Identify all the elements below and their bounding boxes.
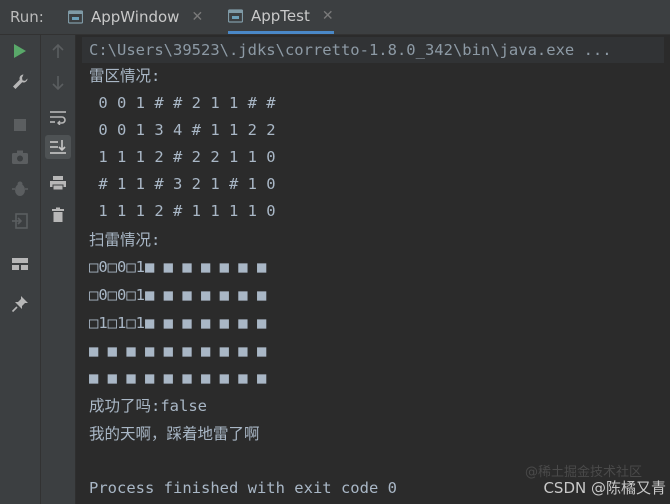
tab-appwindow[interactable]: AppWindow ✕ <box>68 0 203 34</box>
console-line: □0□0□1■ ■ ■ ■ ■ ■ ■ <box>89 286 267 304</box>
down-stack-button[interactable] <box>45 71 71 95</box>
arrow-up-icon <box>52 43 64 58</box>
tab-label: AppTest <box>251 6 310 25</box>
console-output[interactable]: C:\Users\39523\.jdks\corretto-1.8.0_342\… <box>76 35 670 504</box>
tab-apptest[interactable]: AppTest ✕ <box>228 0 334 34</box>
arrow-down-icon <box>52 76 64 91</box>
console-line: ■ ■ ■ ■ ■ ■ ■ ■ ■ ■ <box>89 369 267 387</box>
play-icon <box>14 44 26 58</box>
close-icon[interactable]: ✕ <box>191 9 203 25</box>
console-line: □1□1□1■ ■ ■ ■ ■ ■ ■ <box>89 314 267 332</box>
wrench-icon <box>13 74 28 89</box>
run-toolbar-left <box>0 35 41 504</box>
pin-tab-button[interactable] <box>7 292 33 316</box>
close-icon[interactable]: ✕ <box>322 8 334 24</box>
run-label: Run: <box>10 8 44 26</box>
console-line: Process finished with exit code 0 <box>89 479 397 497</box>
watermark: CSDN @陈橘又青 <box>543 479 666 497</box>
printer-icon <box>50 176 66 191</box>
console-toolbar <box>41 35 76 504</box>
camera-icon <box>12 150 28 164</box>
application-config-icon <box>228 8 243 23</box>
debug-button[interactable] <box>7 177 33 201</box>
print-button[interactable] <box>45 171 71 195</box>
stop-icon <box>14 119 26 131</box>
tab-label: AppWindow <box>91 8 180 26</box>
login-icon <box>12 213 28 229</box>
rerun-button[interactable] <box>7 39 33 63</box>
soft-wrap-button[interactable] <box>45 105 71 129</box>
scroll-to-end-icon <box>50 140 66 154</box>
clear-all-button[interactable] <box>45 203 71 227</box>
layout-icon <box>12 258 28 270</box>
edit-configuration-button[interactable] <box>7 70 33 94</box>
bug-icon <box>12 181 28 196</box>
trash-icon <box>52 207 64 222</box>
up-stack-button[interactable] <box>45 39 71 63</box>
screenshot-button[interactable] <box>7 145 33 169</box>
console-line: □0□0□1■ ■ ■ ■ ■ ■ ■ <box>89 258 267 276</box>
layout-button[interactable] <box>7 252 33 276</box>
console-line: 我的天啊，踩着地雷了啊 <box>89 425 260 443</box>
console-line: 1 1 1 2 # 2 2 1 1 0 <box>89 148 276 166</box>
restore-layout-button[interactable] <box>7 209 33 233</box>
soft-wrap-icon <box>50 111 66 125</box>
console-line: ■ ■ ■ ■ ■ ■ ■ ■ ■ ■ <box>89 342 267 360</box>
run-tool-window-header: Run: AppWindow ✕ AppTest ✕ <box>0 0 670 35</box>
console-line: # 1 1 # 3 2 1 # 1 0 <box>89 175 276 193</box>
console-line: 成功了吗:false <box>89 397 207 415</box>
console-line: 雷区情况: <box>89 67 161 85</box>
application-config-icon <box>68 10 83 24</box>
console-line: 0 0 1 3 4 # 1 1 2 2 <box>89 121 276 139</box>
scroll-to-end-button[interactable] <box>45 135 71 159</box>
console-line: 扫雷情况: <box>89 231 161 249</box>
command-line: C:\Users\39523\.jdks\corretto-1.8.0_342\… <box>89 41 612 59</box>
stop-button[interactable] <box>7 113 33 137</box>
console-line: 0 0 1 # # 2 1 1 # # <box>89 94 276 112</box>
console-line: 1 1 1 2 # 1 1 1 1 0 <box>89 202 276 220</box>
pin-icon <box>11 296 28 313</box>
